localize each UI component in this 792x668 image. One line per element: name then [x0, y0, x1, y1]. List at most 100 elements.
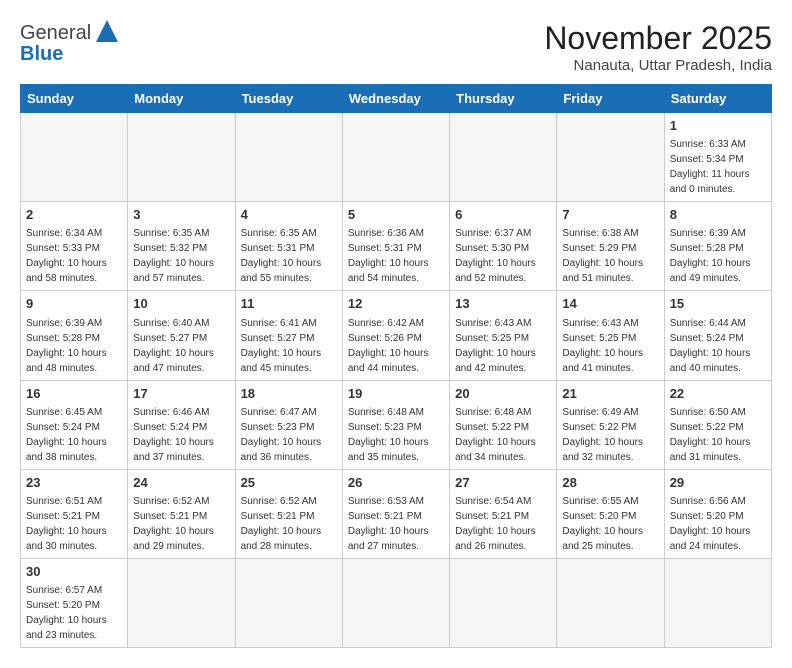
day-info: Sunrise: 6:46 AM Sunset: 5:24 PM Dayligh… — [133, 405, 229, 465]
calendar-cell: 12 Sunrise: 6:42 AM Sunset: 5:26 PM Dayli… — [342, 291, 449, 380]
day-number: 5 — [348, 206, 444, 224]
day-number: 12 — [348, 295, 444, 313]
day-info: Sunrise: 6:56 AM Sunset: 5:20 PM Dayligh… — [670, 494, 766, 554]
calendar-cell: 16Sunrise: 6:45 AM Sunset: 5:24 PM Dayli… — [21, 380, 128, 469]
day-info: Sunrise: 6:39 AM Sunset: 5:28 PM Dayligh… — [670, 226, 766, 286]
calendar-cell: 4Sunrise: 6:35 AM Sunset: 5:31 PM Daylig… — [235, 202, 342, 291]
day-info: Sunrise: 6:33 AM Sunset: 5:34 PM Dayligh… — [670, 137, 766, 197]
calendar-cell — [664, 558, 771, 647]
day-number: 23 — [26, 474, 122, 492]
logo: General Blue — [20, 20, 118, 66]
calendar-cell: 9 Sunrise: 6:39 AM Sunset: 5:28 PM Daylig… — [21, 291, 128, 380]
calendar-cell: 26 Sunrise: 6:53 AM Sunset: 5:21 PM Dayli… — [342, 469, 449, 558]
calendar-cell: 2Sunrise: 6:34 AM Sunset: 5:33 PM Daylig… — [21, 202, 128, 291]
day-number: 6 — [455, 206, 551, 224]
calendar-week-3: 9 Sunrise: 6:39 AM Sunset: 5:28 PM Daylig… — [21, 291, 772, 380]
day-number: 27 — [455, 474, 551, 492]
day-info: Sunrise: 6:35 AM Sunset: 5:31 PM Dayligh… — [241, 226, 337, 286]
weekday-header-sunday: Sunday — [21, 85, 128, 113]
day-info: Sunrise: 6:50 AM Sunset: 5:22 PM Dayligh… — [670, 405, 766, 465]
day-number: 29 — [670, 474, 766, 492]
day-info: Sunrise: 6:53 AM Sunset: 5:21 PM Dayligh… — [348, 494, 444, 554]
calendar-cell: 7 Sunrise: 6:38 AM Sunset: 5:29 PM Daylig… — [557, 202, 664, 291]
calendar-cell — [450, 558, 557, 647]
day-info: Sunrise: 6:44 AM Sunset: 5:24 PM Dayligh… — [670, 316, 766, 376]
calendar-cell: 28 Sunrise: 6:55 AM Sunset: 5:20 PM Dayli… — [557, 469, 664, 558]
day-info: Sunrise: 6:35 AM Sunset: 5:32 PM Dayligh… — [133, 226, 229, 286]
calendar-table: SundayMondayTuesdayWednesdayThursdayFrid… — [20, 84, 772, 648]
calendar-cell — [557, 113, 664, 202]
location: Nanauta, Uttar Pradesh, India — [544, 57, 772, 74]
weekday-header-monday: Monday — [128, 85, 235, 113]
day-number: 13 — [455, 295, 551, 313]
day-info: Sunrise: 6:55 AM Sunset: 5:20 PM Dayligh… — [562, 494, 658, 554]
day-info: Sunrise: 6:52 AM Sunset: 5:21 PM Dayligh… — [133, 494, 229, 554]
day-info: Sunrise: 6:37 AM Sunset: 5:30 PM Dayligh… — [455, 226, 551, 286]
calendar-cell: 25 Sunrise: 6:52 AM Sunset: 5:21 PM Dayli… — [235, 469, 342, 558]
calendar-cell: 27 Sunrise: 6:54 AM Sunset: 5:21 PM Dayli… — [450, 469, 557, 558]
calendar-cell: 14Sunrise: 6:43 AM Sunset: 5:25 PM Dayli… — [557, 291, 664, 380]
month-title: November 2025 — [544, 20, 772, 57]
calendar-cell: 15Sunrise: 6:44 AM Sunset: 5:24 PM Dayli… — [664, 291, 771, 380]
day-number: 16 — [26, 385, 122, 403]
day-info: Sunrise: 6:51 AM Sunset: 5:21 PM Dayligh… — [26, 494, 122, 554]
calendar-week-6: 30 Sunrise: 6:57 AM Sunset: 5:20 PM Dayli… — [21, 558, 772, 647]
day-number: 26 — [348, 474, 444, 492]
calendar-week-1: 1 Sunrise: 6:33 AM Sunset: 5:34 PM Daylig… — [21, 113, 772, 202]
day-info: Sunrise: 6:57 AM Sunset: 5:20 PM Dayligh… — [26, 583, 122, 643]
day-number: 10 — [133, 295, 229, 313]
day-number: 28 — [562, 474, 658, 492]
page-header: General Blue November 2025 Nanauta, Utta… — [20, 20, 772, 74]
day-info: Sunrise: 6:43 AM Sunset: 5:25 PM Dayligh… — [455, 316, 551, 376]
day-info: Sunrise: 6:40 AM Sunset: 5:27 PM Dayligh… — [133, 316, 229, 376]
calendar-cell: 19 Sunrise: 6:48 AM Sunset: 5:23 PM Dayli… — [342, 380, 449, 469]
calendar-cell: 21Sunrise: 6:49 AM Sunset: 5:22 PM Dayli… — [557, 380, 664, 469]
calendar-week-2: 2Sunrise: 6:34 AM Sunset: 5:33 PM Daylig… — [21, 202, 772, 291]
weekday-header-wednesday: Wednesday — [342, 85, 449, 113]
calendar-cell: 29 Sunrise: 6:56 AM Sunset: 5:20 PM Dayli… — [664, 469, 771, 558]
calendar-cell — [342, 558, 449, 647]
logo-triangle-icon — [96, 20, 118, 42]
logo-general: General — [20, 22, 91, 45]
day-info: Sunrise: 6:39 AM Sunset: 5:28 PM Dayligh… — [26, 316, 122, 376]
calendar-cell: 1 Sunrise: 6:33 AM Sunset: 5:34 PM Daylig… — [664, 113, 771, 202]
day-number: 24 — [133, 474, 229, 492]
day-number: 1 — [670, 117, 766, 135]
calendar-cell: 20Sunrise: 6:48 AM Sunset: 5:22 PM Dayli… — [450, 380, 557, 469]
calendar-cell — [21, 113, 128, 202]
day-number: 30 — [26, 563, 122, 581]
calendar-cell: 23 Sunrise: 6:51 AM Sunset: 5:21 PM Dayli… — [21, 469, 128, 558]
calendar-cell: 17 Sunrise: 6:46 AM Sunset: 5:24 PM Dayli… — [128, 380, 235, 469]
day-number: 9 — [26, 295, 122, 313]
day-number: 22 — [670, 385, 766, 403]
calendar-cell — [235, 113, 342, 202]
day-number: 8 — [670, 206, 766, 224]
day-number: 7 — [562, 206, 658, 224]
day-info: Sunrise: 6:38 AM Sunset: 5:29 PM Dayligh… — [562, 226, 658, 286]
day-number: 21 — [562, 385, 658, 403]
calendar-cell — [235, 558, 342, 647]
calendar-week-4: 16Sunrise: 6:45 AM Sunset: 5:24 PM Dayli… — [21, 380, 772, 469]
day-number: 19 — [348, 385, 444, 403]
day-info: Sunrise: 6:48 AM Sunset: 5:23 PM Dayligh… — [348, 405, 444, 465]
day-number: 11 — [241, 295, 337, 313]
day-number: 20 — [455, 385, 551, 403]
calendar-cell — [342, 113, 449, 202]
day-number: 17 — [133, 385, 229, 403]
calendar-cell: 13 Sunrise: 6:43 AM Sunset: 5:25 PM Dayli… — [450, 291, 557, 380]
day-number: 14 — [562, 295, 658, 313]
day-number: 18 — [241, 385, 337, 403]
day-info: Sunrise: 6:42 AM Sunset: 5:26 PM Dayligh… — [348, 316, 444, 376]
weekday-header-thursday: Thursday — [450, 85, 557, 113]
day-info: Sunrise: 6:52 AM Sunset: 5:21 PM Dayligh… — [241, 494, 337, 554]
day-info: Sunrise: 6:47 AM Sunset: 5:23 PM Dayligh… — [241, 405, 337, 465]
day-number: 25 — [241, 474, 337, 492]
day-info: Sunrise: 6:54 AM Sunset: 5:21 PM Dayligh… — [455, 494, 551, 554]
calendar-cell — [128, 558, 235, 647]
day-info: Sunrise: 6:36 AM Sunset: 5:31 PM Dayligh… — [348, 226, 444, 286]
calendar-cell: 24 Sunrise: 6:52 AM Sunset: 5:21 PM Dayli… — [128, 469, 235, 558]
calendar-cell: 8 Sunrise: 6:39 AM Sunset: 5:28 PM Daylig… — [664, 202, 771, 291]
calendar-cell: 3Sunrise: 6:35 AM Sunset: 5:32 PM Daylig… — [128, 202, 235, 291]
calendar-cell: 10 Sunrise: 6:40 AM Sunset: 5:27 PM Dayli… — [128, 291, 235, 380]
logo-blue-text: Blue — [20, 43, 63, 66]
